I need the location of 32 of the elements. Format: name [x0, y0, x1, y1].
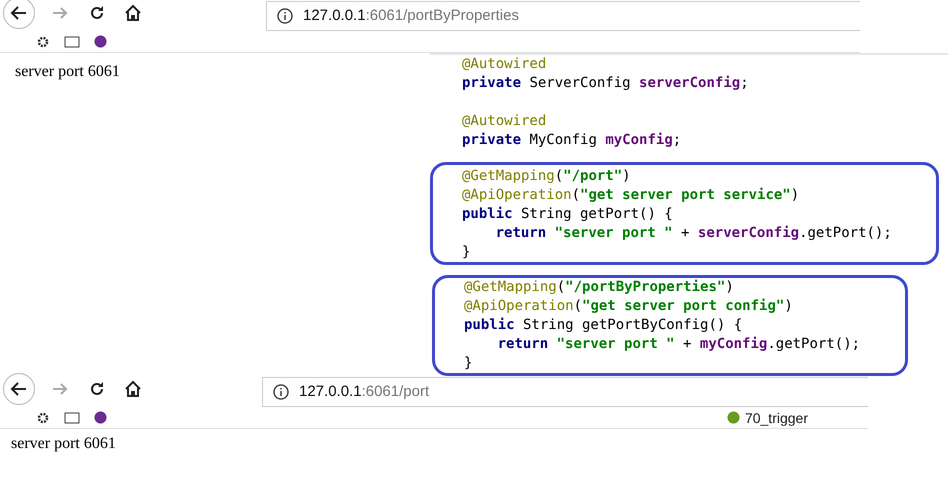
code-line: @GetMapping("/port") — [462, 167, 631, 186]
reload-button[interactable] — [88, 4, 106, 22]
back-button[interactable] — [2, 372, 36, 406]
reload-button[interactable] — [88, 380, 106, 398]
code-line: public String getPortByConfig() { — [464, 316, 742, 335]
code-line: return "server port " + myConfig.getPort(); — [498, 335, 860, 354]
gear-icon[interactable] — [36, 34, 50, 48]
code-line: @ApiOperation("get server port config") — [464, 297, 793, 316]
address-bar[interactable]: 127.0.0.1:6061/portByProperties — [266, 0, 860, 30]
code-line: private MyConfig myConfig; — [462, 131, 682, 150]
code-line: @Autowired — [462, 112, 546, 131]
code-line: @Autowired — [462, 55, 546, 74]
code-line: return "server port " + serverConfig.getPort(); — [496, 224, 892, 243]
gear-icon[interactable] — [36, 410, 50, 424]
bookmark-icon — [726, 411, 740, 424]
address-bar[interactable]: 127.0.0.1:6061/port — [262, 376, 868, 406]
info-icon — [273, 384, 289, 400]
home-button[interactable] — [124, 380, 142, 398]
bookmark-link[interactable]: 70_trigger — [744, 410, 808, 426]
code-line: } — [462, 243, 470, 262]
page-text: server port 6061 — [11, 435, 116, 452]
bookmark-icon[interactable] — [94, 35, 107, 48]
back-button[interactable] — [2, 0, 36, 30]
code-line: private ServerConfig serverConfig; — [462, 74, 749, 93]
info-icon — [277, 8, 293, 24]
code-line: @ApiOperation("get server port service") — [462, 186, 800, 205]
home-button[interactable] — [124, 4, 142, 22]
bookmark-icon[interactable] — [94, 411, 107, 424]
code-line: public String getPort() { — [462, 205, 673, 224]
code-line: } — [464, 354, 472, 373]
page-text: server port 6061 — [15, 63, 120, 80]
code-line: @GetMapping("/portByProperties") — [464, 278, 734, 297]
